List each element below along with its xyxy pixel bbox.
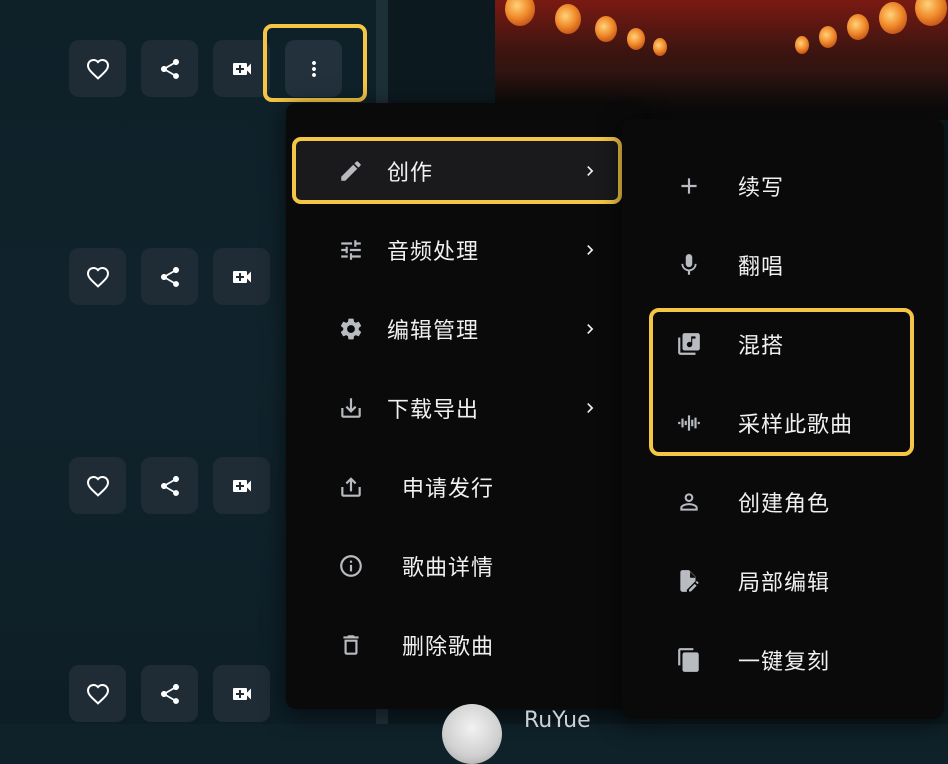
menu-item-label: 删除歌曲 [402, 635, 495, 660]
menu-item-6[interactable]: 歌曲详情 [286, 538, 624, 594]
chevron-right-icon [580, 398, 600, 418]
highlight-remix-sample-group [649, 308, 914, 456]
share-icon [158, 57, 182, 81]
trash-icon [336, 630, 366, 660]
heart-icon [86, 57, 110, 81]
menu-item-label: 编辑管理 [387, 319, 480, 344]
submenu-item-6[interactable]: 局部编辑 [622, 553, 944, 609]
menu-item-label: 申请发行 [402, 477, 495, 502]
submenu-item-5[interactable]: 创建角色 [622, 474, 944, 530]
microphone-icon [674, 250, 704, 280]
video-add-icon [230, 265, 254, 289]
submenu-item-label: 创建角色 [738, 492, 831, 517]
submenu-item-1[interactable]: 续写 [622, 158, 944, 214]
menu-item-4[interactable]: 下载导出 [286, 380, 624, 436]
share-button[interactable] [141, 248, 198, 305]
share-icon [158, 682, 182, 706]
download-icon [336, 393, 366, 423]
share-button[interactable] [141, 457, 198, 514]
menu-item-7[interactable]: 删除歌曲 [286, 617, 624, 673]
video-add-icon [230, 682, 254, 706]
submenu-item-label: 局部编辑 [738, 571, 831, 596]
video-add-button[interactable] [213, 248, 270, 305]
heart-button[interactable] [69, 40, 126, 97]
video-add-button[interactable] [213, 457, 270, 514]
tune-icon [336, 235, 366, 265]
video-add-icon [230, 474, 254, 498]
info-icon [336, 551, 366, 581]
share-icon [158, 474, 182, 498]
gear-icon [336, 314, 366, 344]
highlight-more-button [263, 24, 367, 102]
chevron-right-icon [580, 240, 600, 260]
share-button[interactable] [141, 40, 198, 97]
menu-item-label: 下载导出 [387, 398, 480, 423]
heart-button[interactable] [69, 665, 126, 722]
heart-icon [86, 265, 110, 289]
menu-item-label: 音频处理 [387, 240, 480, 265]
video-add-icon [230, 57, 254, 81]
heart-icon [86, 682, 110, 706]
plus-icon [674, 171, 704, 201]
menu-item-label: 歌曲详情 [402, 556, 495, 581]
video-add-button[interactable] [213, 665, 270, 722]
author-name-peek: RuYue [524, 708, 591, 733]
share-icon [158, 265, 182, 289]
chevron-right-icon [580, 319, 600, 339]
menu-item-5[interactable]: 申请发行 [286, 459, 624, 515]
submenu-item-2[interactable]: 翻唱 [622, 237, 944, 293]
highlight-create-item [292, 137, 622, 204]
video-add-button[interactable] [213, 40, 270, 97]
avatar[interactable] [442, 704, 502, 764]
menu-item-2[interactable]: 音频处理 [286, 222, 624, 278]
menu-item-3[interactable]: 编辑管理 [286, 301, 624, 357]
upload-icon [336, 472, 366, 502]
file-edit-icon [674, 566, 704, 596]
heart-button[interactable] [69, 248, 126, 305]
submenu-item-label: 翻唱 [738, 255, 785, 280]
copy-icon [674, 645, 704, 675]
heart-icon [86, 474, 110, 498]
submenu-item-label: 续写 [738, 176, 785, 201]
heart-button[interactable] [69, 457, 126, 514]
submenu-item-label: 一键复刻 [738, 650, 831, 675]
share-button[interactable] [141, 665, 198, 722]
submenu-item-7[interactable]: 一键复刻 [622, 632, 944, 688]
cover-image-lantern-street [495, 0, 948, 120]
person-icon [674, 487, 704, 517]
